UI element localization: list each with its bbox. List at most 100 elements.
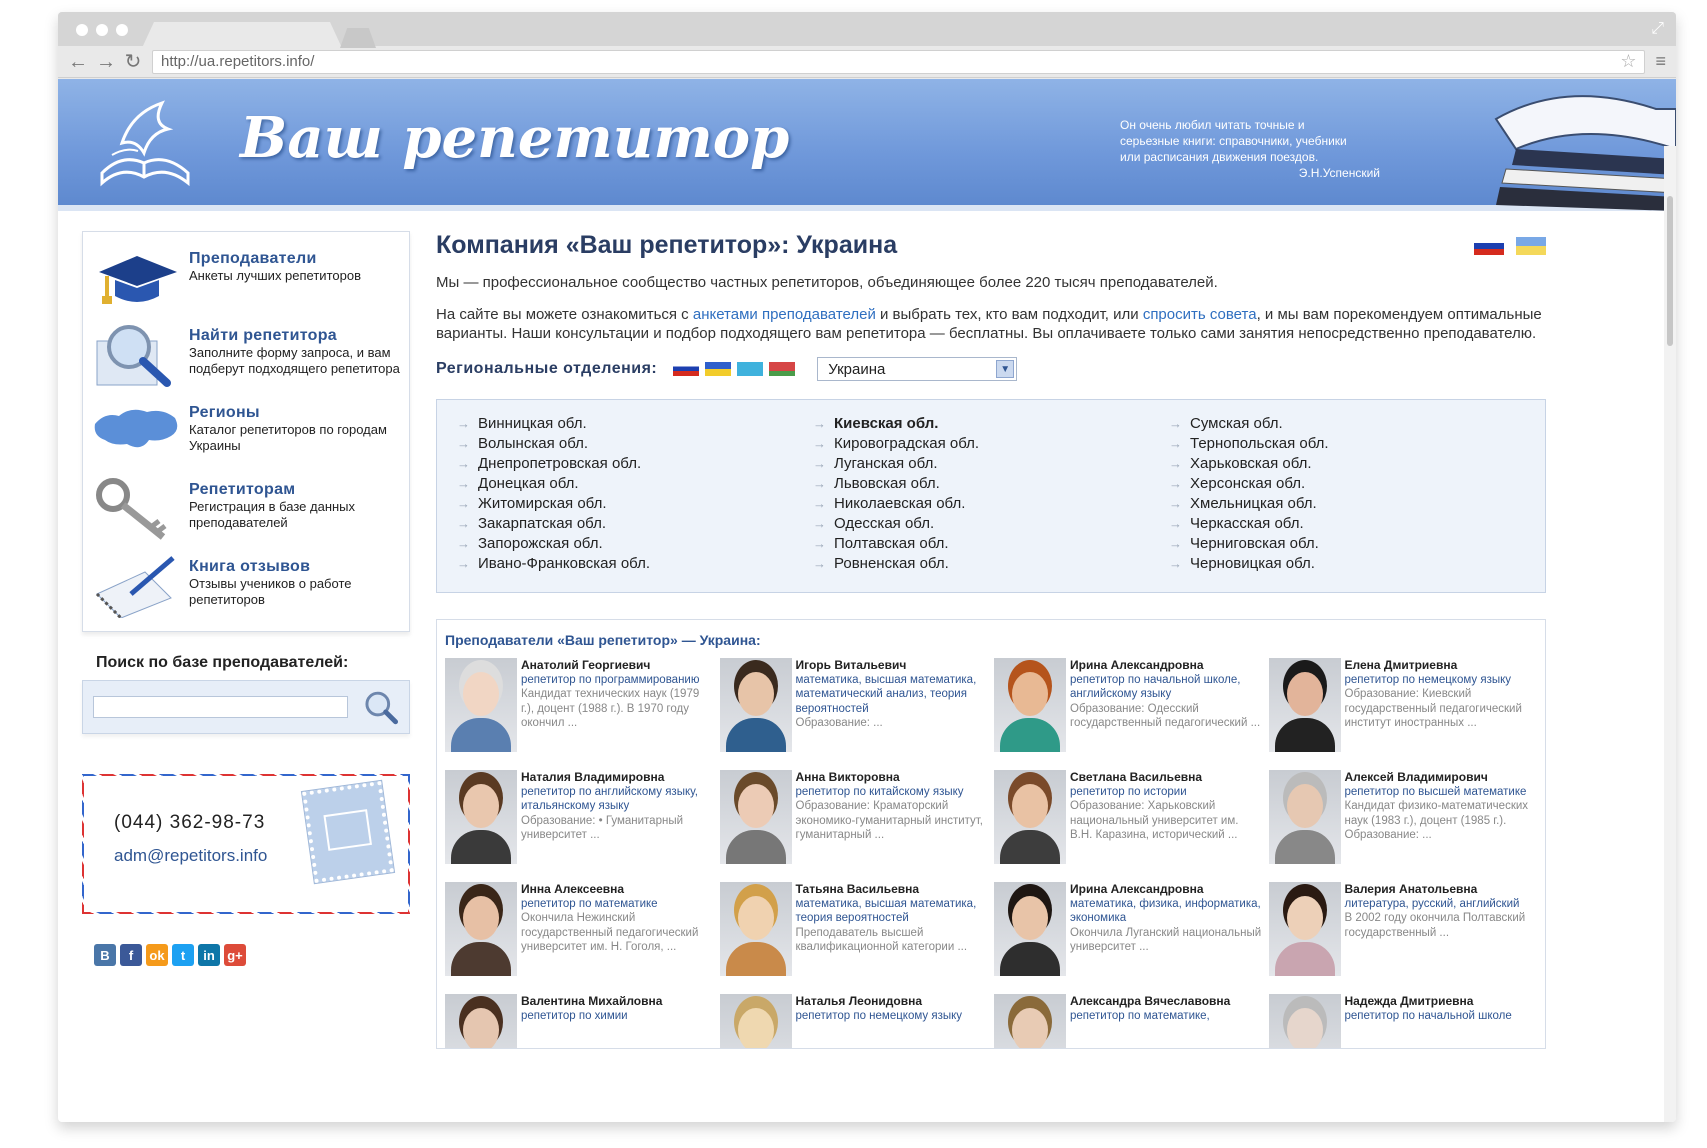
ukraine-flag-icon[interactable]	[705, 362, 732, 376]
sidebar-item-title[interactable]: Найти репетитора	[189, 327, 401, 345]
tutor-photo[interactable]	[445, 994, 517, 1048]
region-link[interactable]: Черкасская обл.	[1169, 514, 1525, 534]
country-select[interactable]: Украина ▼	[817, 357, 1018, 381]
chevron-down-icon[interactable]: ▼	[996, 360, 1015, 378]
linkedin-icon[interactable]: in	[198, 944, 220, 966]
region-link[interactable]: Винницкая обл.	[457, 414, 813, 434]
region-link[interactable]: Волынская обл.	[457, 434, 813, 454]
tutor-card[interactable]: Татьяна Васильевна математика, высшая мат…	[719, 882, 989, 990]
tutor-photo[interactable]	[994, 994, 1066, 1048]
region-link[interactable]: Житомирская обл.	[457, 494, 813, 514]
tutor-photo[interactable]	[445, 658, 517, 752]
tutor-card[interactable]: Наталья Леонидовна репетитор по немецкому…	[719, 994, 989, 1048]
tutor-card[interactable]: Елена Дмитриевна репетитор по немецкому я…	[1268, 658, 1538, 766]
scrollbar-thumb[interactable]	[1667, 196, 1673, 346]
tutor-name[interactable]: Татьяна Васильевна	[796, 882, 989, 897]
tutor-photo[interactable]	[1268, 994, 1341, 1048]
tutor-photo[interactable]	[719, 770, 792, 864]
region-link[interactable]: Тернопольская обл.	[1169, 434, 1525, 454]
region-link[interactable]: Запорожская обл.	[457, 534, 813, 554]
dove-book-logo-icon[interactable]	[92, 93, 196, 193]
reload-icon[interactable]: ↻	[124, 52, 142, 72]
scrollbar[interactable]	[1664, 146, 1676, 1122]
tutor-card[interactable]: Надежда Дмитриевна репетитор по начальной…	[1268, 994, 1538, 1048]
url-text[interactable]: http://ua.repetitors.info/	[161, 53, 1620, 70]
minimize-dot[interactable]	[96, 24, 108, 36]
tutor-name[interactable]: Валентина Михайловна	[521, 994, 662, 1009]
tutor-name[interactable]: Инна Алексеевна	[521, 882, 714, 897]
contact-email[interactable]: adm@repetitors.info	[114, 846, 267, 866]
tutor-card[interactable]: Наталия Владимировна репетитор по английс…	[445, 770, 714, 878]
tutor-card[interactable]: Анатолий Георгиевич репетитор по программ…	[445, 658, 714, 766]
tutor-name[interactable]: Анатолий Георгиевич	[521, 658, 714, 673]
ukrainian-flag-icon[interactable]	[1516, 237, 1546, 255]
tutor-name[interactable]: Алексей Владимирович	[1345, 770, 1538, 785]
tutor-card[interactable]: Игорь Витальевич математика, высшая матем…	[719, 658, 989, 766]
facebook-icon[interactable]: f	[120, 944, 142, 966]
tutor-name[interactable]: Елена Дмитриевна	[1345, 658, 1538, 673]
region-link[interactable]: Одесская обл.	[813, 514, 1169, 534]
region-link[interactable]: Полтавская обл.	[813, 534, 1169, 554]
tutor-card[interactable]: Алексей Владимирович репетитор по высшей …	[1268, 770, 1538, 878]
tutor-card[interactable]: Инна Алексеевна репетитор по математике Ок…	[445, 882, 714, 990]
search-icon[interactable]	[362, 688, 399, 726]
region-link[interactable]: Закарпатская обл.	[457, 514, 813, 534]
region-link[interactable]: Сумская обл.	[1169, 414, 1525, 434]
tutor-photo[interactable]	[1268, 770, 1341, 864]
tutor-photo[interactable]	[719, 882, 792, 976]
forward-icon[interactable]: →	[96, 52, 116, 72]
address-bar[interactable]: http://ua.repetitors.info/ ☆	[152, 49, 1646, 74]
sidebar-item-teachers[interactable]: Преподаватели Анкеты лучших репетиторов	[83, 240, 409, 317]
sidebar-item-find-tutor[interactable]: Найти репетитора Заполните форму запроса,…	[83, 317, 409, 394]
sidebar-item-for-tutors[interactable]: Репетиторам Регистрация в базе данных пре…	[83, 471, 409, 548]
tutor-name[interactable]: Надежда Дмитриевна	[1345, 994, 1512, 1009]
tutor-name[interactable]: Анна Викторовна	[796, 770, 989, 785]
region-link[interactable]: Николаевская обл.	[813, 494, 1169, 514]
russia-flag-icon[interactable]	[673, 362, 700, 376]
tutor-photo[interactable]	[1268, 658, 1341, 752]
tutor-photo[interactable]	[994, 770, 1066, 864]
tutor-card[interactable]: Анна Викторовна репетитор по китайскому я…	[719, 770, 989, 878]
site-title[interactable]: Ваш репетитор	[240, 105, 789, 171]
tutor-name[interactable]: Наталия Владимировна	[521, 770, 714, 785]
region-link[interactable]: Харьковская обл.	[1169, 454, 1525, 474]
region-link[interactable]: Киевская обл.	[813, 414, 1169, 434]
vk-icon[interactable]: B	[94, 944, 116, 966]
menu-icon[interactable]: ≡	[1655, 51, 1666, 72]
fullscreen-icon[interactable]: ⤢	[1651, 20, 1664, 38]
search-input[interactable]	[93, 696, 348, 718]
tutor-card[interactable]: Александра Вячеславовна репетитор по мате…	[994, 994, 1263, 1048]
google-plus-icon[interactable]: g+	[224, 944, 246, 966]
region-link[interactable]: Львовская обл.	[813, 474, 1169, 494]
tutor-card[interactable]: Валерия Анатольевна литература, русский, …	[1268, 882, 1538, 990]
bookmark-star-icon[interactable]: ☆	[1620, 51, 1636, 72]
region-link[interactable]: Ивано-Франковская обл.	[457, 554, 813, 574]
region-link[interactable]: Ровненская обл.	[813, 554, 1169, 574]
tutor-name[interactable]: Светлана Васильевна	[1070, 770, 1263, 785]
sidebar-item-title[interactable]: Репетиторам	[189, 481, 401, 499]
contact-phone[interactable]: (044) 362-98-73	[114, 812, 265, 834]
twitter-icon[interactable]: t	[172, 944, 194, 966]
tutor-photo[interactable]	[719, 658, 792, 752]
tutor-photo[interactable]	[445, 770, 517, 864]
teachers-profiles-link[interactable]: анкетами преподавателей	[693, 306, 876, 323]
sidebar-item-title[interactable]: Регионы	[189, 404, 401, 422]
tutor-photo[interactable]	[994, 882, 1066, 976]
tutor-name[interactable]: Наталья Леонидовна	[796, 994, 963, 1009]
tutor-name[interactable]: Валерия Анатольевна	[1345, 882, 1538, 897]
region-link[interactable]: Луганская обл.	[813, 454, 1169, 474]
window-controls[interactable]	[76, 24, 128, 36]
sidebar-item-regions[interactable]: Регионы Каталог репетиторов по городам Ук…	[83, 394, 409, 471]
tutor-card[interactable]: Валентина Михайловна репетитор по химии	[445, 994, 714, 1048]
browser-tab[interactable]	[142, 22, 342, 48]
region-link[interactable]: Херсонская обл.	[1169, 474, 1525, 494]
sidebar-item-title[interactable]: Преподаватели	[189, 250, 361, 268]
tutor-photo[interactable]	[719, 994, 792, 1048]
tutor-card[interactable]: Ирина Александровна репетитор по начально…	[994, 658, 1263, 766]
sidebar-item-title[interactable]: Книга отзывов	[189, 558, 401, 576]
region-link[interactable]: Днепропетровская обл.	[457, 454, 813, 474]
region-link[interactable]: Черниговская обл.	[1169, 534, 1525, 554]
region-link[interactable]: Донецкая обл.	[457, 474, 813, 494]
region-link[interactable]: Черновицкая обл.	[1169, 554, 1525, 574]
maximize-dot[interactable]	[116, 24, 128, 36]
